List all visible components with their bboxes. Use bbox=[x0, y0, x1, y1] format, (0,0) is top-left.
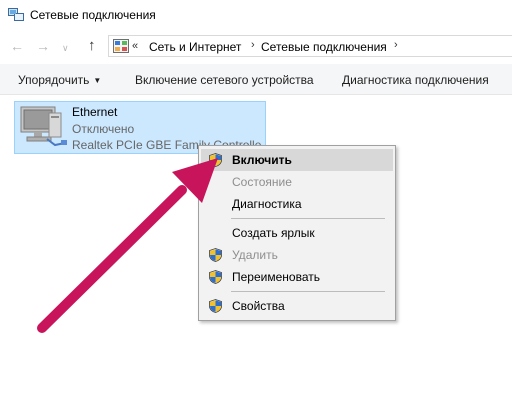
arrow-shaft bbox=[37, 185, 187, 333]
pointer-arrow bbox=[37, 158, 218, 333]
